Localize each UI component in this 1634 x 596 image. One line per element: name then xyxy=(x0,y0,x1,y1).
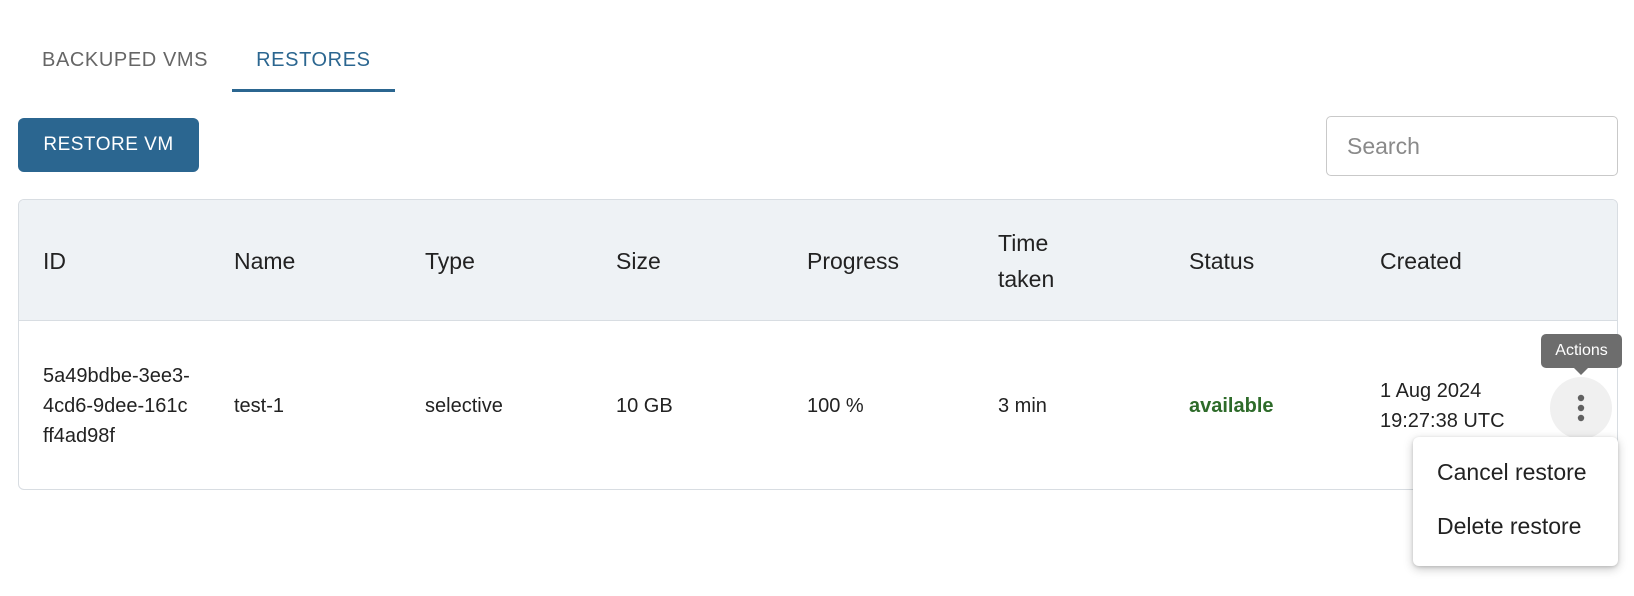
cell-name: test-1 xyxy=(234,395,285,417)
restore-vm-button[interactable]: RESTORE VM xyxy=(18,118,199,172)
column-header-created[interactable]: Created xyxy=(1380,200,1540,321)
cell-id: 5a49bdbe-3ee3-4cd6-9dee-161cff4ad98f xyxy=(43,365,190,447)
restores-table: ID Name Type Size Progress Time taken St… xyxy=(18,199,1618,490)
row-actions-menu: Cancel restore Delete restore xyxy=(1413,437,1618,566)
column-header-name[interactable]: Name xyxy=(234,200,394,321)
column-header-type[interactable]: Type xyxy=(425,200,585,321)
cell-type: selective xyxy=(425,395,503,417)
table-header: ID Name Type Size Progress Time taken St… xyxy=(19,200,1617,321)
cell-progress: 100 % xyxy=(807,395,864,417)
actions-tooltip: Actions xyxy=(1541,334,1622,375)
delete-restore-menu-item[interactable]: Delete restore xyxy=(1413,499,1618,553)
cell-time-taken: 3 min xyxy=(998,395,1047,417)
more-vert-icon xyxy=(1577,394,1585,422)
search-input[interactable] xyxy=(1326,116,1618,176)
status-badge: available xyxy=(1189,395,1274,417)
tab-backuped-vms[interactable]: BACKUPED VMS xyxy=(18,28,232,92)
tab-restores[interactable]: RESTORES xyxy=(232,28,396,92)
cell-size: 10 GB xyxy=(616,395,673,417)
cancel-restore-menu-item[interactable]: Cancel restore xyxy=(1413,445,1618,499)
column-header-time-taken[interactable]: Time taken xyxy=(998,200,1093,321)
column-header-progress[interactable]: Progress xyxy=(807,200,967,321)
column-header-id[interactable]: ID xyxy=(43,200,203,321)
tab-bar: BACKUPED VMS RESTORES xyxy=(18,28,396,92)
row-actions-button[interactable] xyxy=(1550,377,1612,439)
column-header-size[interactable]: Size xyxy=(616,200,776,321)
column-header-status[interactable]: Status xyxy=(1189,200,1349,321)
